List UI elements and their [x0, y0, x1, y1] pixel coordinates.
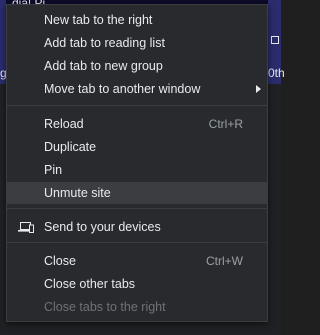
- menu-item-duplicate-label: Duplicate: [44, 140, 97, 154]
- menu-item-add-new-group[interactable]: Add tab to new group: [7, 55, 267, 77]
- maximize-icon[interactable]: [271, 36, 279, 44]
- menu-item-close-label: Close: [44, 254, 76, 268]
- menu-item-send-to-devices-label: Send to your devices: [44, 220, 161, 234]
- menu-item-reload[interactable]: Reload Ctrl+R: [7, 113, 267, 135]
- menu-item-pin-label: Pin: [44, 163, 63, 177]
- menu-separator: [7, 105, 267, 106]
- menu-item-move-tab[interactable]: Move tab to another window: [7, 78, 267, 100]
- menu-item-close[interactable]: Close Ctrl+W: [7, 250, 267, 272]
- tab-context-menu: New tab to the right Add tab to reading l…: [6, 4, 268, 322]
- menu-item-new-tab-right[interactable]: New tab to the right: [7, 9, 267, 31]
- menu-item-unmute-site[interactable]: Unmute site: [7, 182, 267, 204]
- menu-item-close-other-tabs-label: Close other tabs: [44, 277, 136, 291]
- menu-item-move-tab-label: Move tab to another window: [44, 82, 201, 96]
- menu-item-add-reading-list[interactable]: Add tab to reading list: [7, 32, 267, 54]
- menu-item-duplicate[interactable]: Duplicate: [7, 136, 267, 158]
- chevron-right-icon: [256, 85, 261, 93]
- menu-item-reload-shortcut: Ctrl+R: [208, 117, 243, 131]
- menu-item-close-other-tabs[interactable]: Close other tabs: [7, 273, 267, 295]
- background-tab-text-right: 0th: [268, 66, 285, 80]
- menu-item-reload-label: Reload: [44, 117, 84, 131]
- menu-item-close-tabs-right-label: Close tabs to the right: [44, 300, 166, 314]
- devices-icon: [18, 222, 34, 233]
- menu-item-unmute-site-label: Unmute site: [44, 186, 111, 200]
- menu-item-close-shortcut: Ctrl+W: [206, 254, 243, 268]
- menu-item-close-tabs-right: Close tabs to the right: [7, 296, 267, 318]
- menu-item-send-to-devices[interactable]: Send to your devices: [7, 216, 267, 238]
- menu-item-add-new-group-label: Add tab to new group: [44, 59, 163, 73]
- menu-item-pin[interactable]: Pin: [7, 159, 267, 181]
- menu-item-new-tab-right-label: New tab to the right: [44, 13, 153, 27]
- menu-separator: [7, 242, 267, 243]
- menu-item-add-reading-list-label: Add tab to reading list: [44, 36, 165, 50]
- menu-separator: [7, 208, 267, 209]
